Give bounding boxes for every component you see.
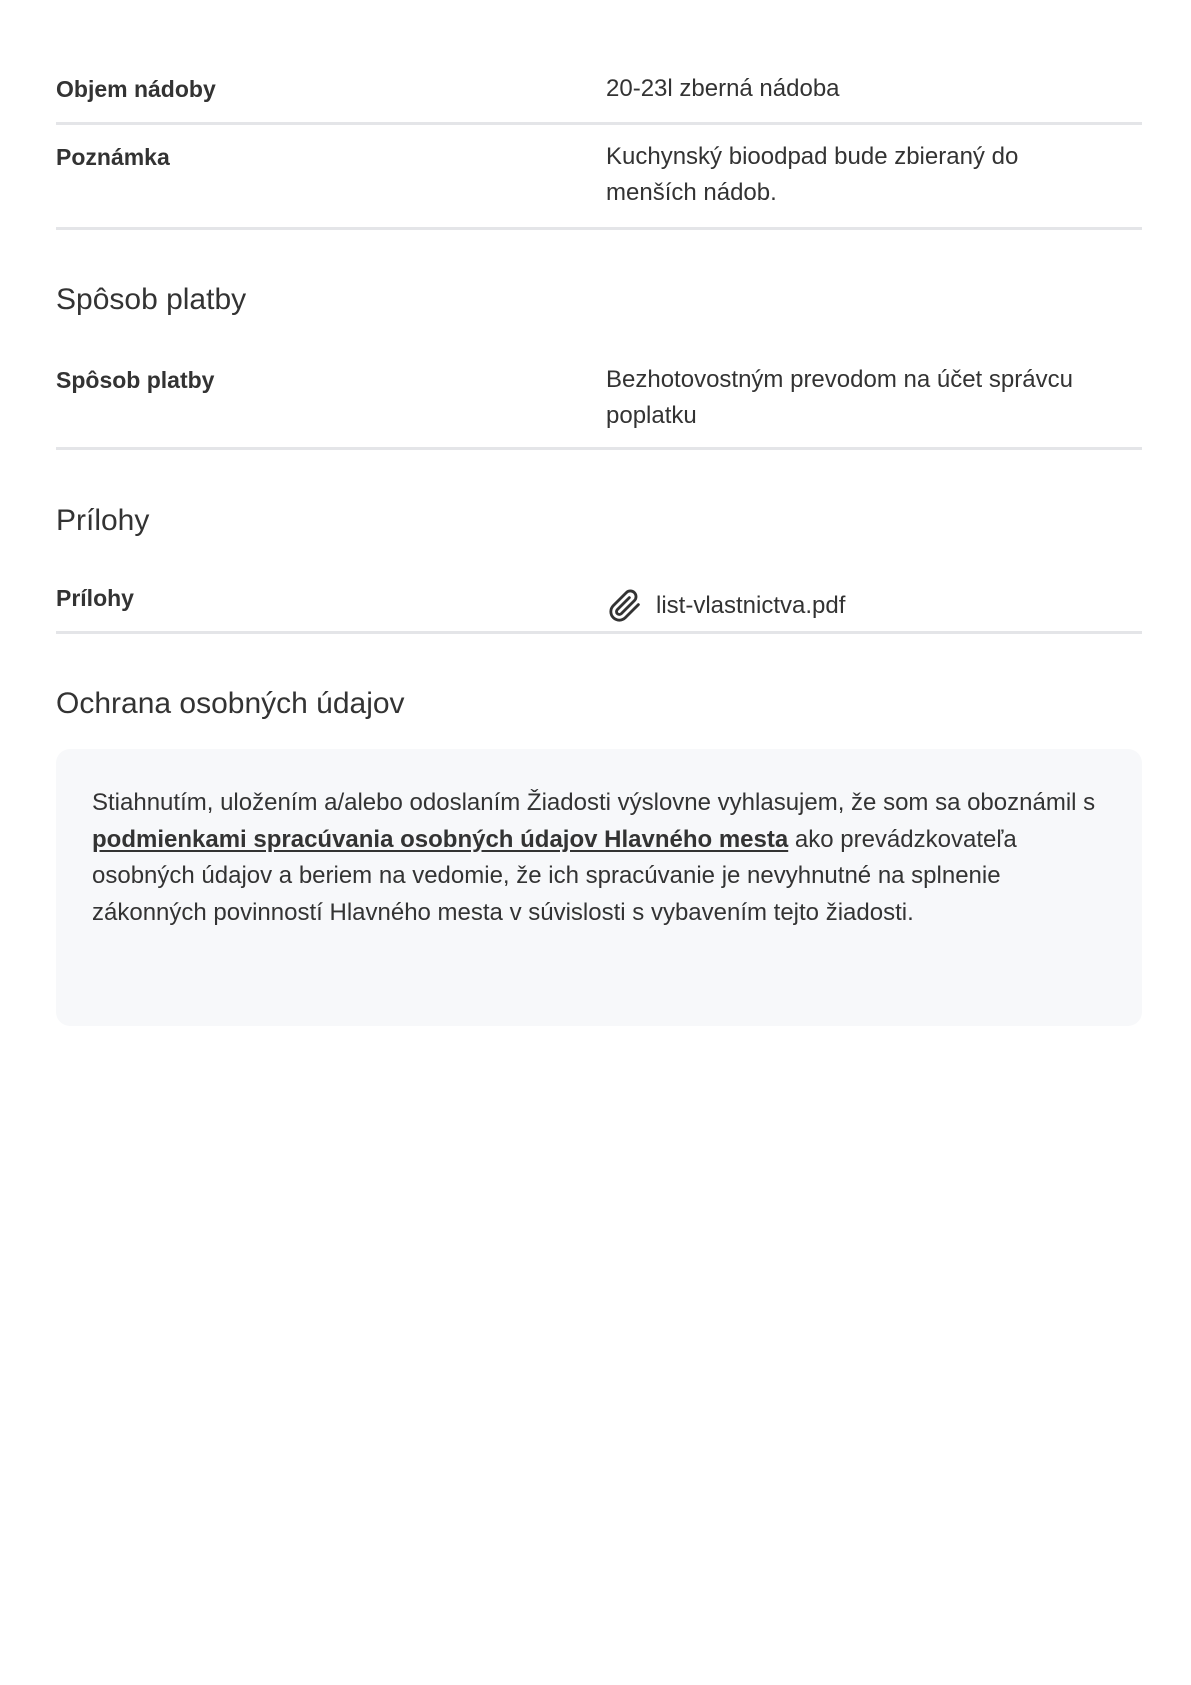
privacy-text-before: Stiahnutím, uložením a/alebo odoslaním Ž… — [92, 789, 1096, 816]
row-value: Bezhotovostným prevodom na účet správcu … — [606, 366, 1073, 429]
summary-row-attachments: Prílohy list-vlastnictva.pdf — [56, 574, 1142, 634]
row-label: Spôsob platby — [56, 367, 215, 393]
paperclip-icon — [608, 589, 642, 623]
row-label: Poznámka — [56, 144, 170, 170]
privacy-terms-link[interactable]: podmienkami spracúvania osobných údajov … — [92, 826, 788, 853]
section-title-payment: Spôsob platby — [56, 283, 247, 316]
privacy-notice-box: Stiahnutím, uložením a/alebo odoslaním Ž… — [56, 749, 1142, 1026]
summary-row-payment-method: Spôsob platby Bezhotovostným prevodom na… — [56, 352, 1142, 450]
row-value: Kuchynský bioodpad bude zbieraný do menš… — [606, 143, 1019, 206]
attachment-item[interactable]: list-vlastnictva.pdf — [606, 580, 1142, 631]
section-title-attachments: Prílohy — [56, 504, 150, 537]
row-value: 20-23l zberná nádoba — [606, 75, 840, 102]
summary-row-note: Poznámka Kuchynský bioodpad bude zbieran… — [56, 125, 1142, 230]
row-label: Objem nádoby — [56, 76, 216, 102]
summary-row-container-volume: Objem nádoby 20-23l zberná nádoba — [56, 0, 1142, 125]
section-title-privacy: Ochrana osobných údajov — [56, 687, 405, 720]
row-label: Prílohy — [56, 585, 134, 611]
attachment-file-name[interactable]: list-vlastnictva.pdf — [656, 588, 845, 624]
